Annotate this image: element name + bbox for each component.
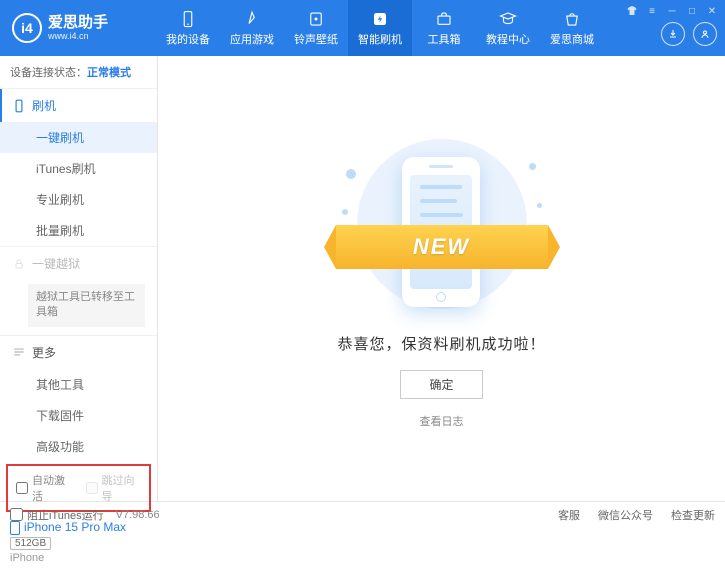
connection-status: 设备连接状态：正常模式 (0, 56, 157, 88)
nav-label: 我的设备 (166, 31, 210, 47)
nav-toolbox[interactable]: 工具箱 (412, 0, 476, 56)
more-icon (12, 345, 26, 359)
tutorial-icon (499, 10, 517, 28)
skin-icon[interactable] (625, 4, 639, 18)
apps-icon (243, 10, 261, 28)
footer-check-update[interactable]: 检查更新 (671, 507, 715, 523)
view-log-link[interactable]: 查看日志 (420, 413, 464, 429)
skip-guide-checkbox[interactable]: 跳过向导 (86, 472, 142, 504)
nav-tutorial[interactable]: 教程中心 (476, 0, 540, 56)
nav-label: 爱思商城 (550, 31, 594, 47)
app-header: i4 爱思助手 www.i4.cn 我的设备 应用游戏 铃声壁纸 智能刷机 工具… (0, 0, 725, 56)
success-message: 恭喜您，保资料刷机成功啦！ (337, 333, 545, 354)
app-name: 爱思助手 (48, 15, 108, 32)
ok-button[interactable]: 确定 (400, 370, 482, 399)
sidebar: 设备连接状态：正常模式 刷机 一键刷机 iTunes刷机 专业刷机 批量刷机 一… (0, 56, 158, 501)
nav-label: 应用游戏 (230, 31, 274, 47)
sidebar-advanced[interactable]: 高级功能 (0, 431, 157, 462)
options-highlight-box: 自动激活 跳过向导 (6, 464, 151, 512)
download-button[interactable] (661, 22, 685, 46)
user-button[interactable] (693, 22, 717, 46)
sidebar-batch-flash[interactable]: 批量刷机 (0, 215, 157, 246)
nav-label: 智能刷机 (358, 31, 402, 47)
sidebar-one-click-flash[interactable]: 一键刷机 (0, 122, 157, 153)
top-nav: 我的设备 应用游戏 铃声壁纸 智能刷机 工具箱 教程中心 爱思商城 (156, 0, 604, 56)
sidebar-itunes-flash[interactable]: iTunes刷机 (0, 153, 157, 184)
device-storage: 512GB (10, 537, 51, 550)
nav-store[interactable]: 爱思商城 (540, 0, 604, 56)
jailbreak-note: 越狱工具已转移至工具箱 (28, 284, 145, 327)
app-url: www.i4.cn (48, 31, 108, 41)
new-ribbon: NEW (336, 225, 548, 269)
nav-my-device[interactable]: 我的设备 (156, 0, 220, 56)
sidebar-other-tools[interactable]: 其他工具 (0, 369, 157, 400)
status-value: 正常模式 (87, 67, 131, 79)
nav-label: 教程中心 (486, 31, 530, 47)
flash-icon (371, 10, 389, 28)
ringtone-icon (307, 10, 325, 28)
auto-activate-checkbox[interactable]: 自动激活 (16, 472, 72, 504)
toolbox-icon (435, 10, 453, 28)
main-panel: NEW 恭喜您，保资料刷机成功啦！ 确定 查看日志 (158, 56, 725, 501)
nav-apps[interactable]: 应用游戏 (220, 0, 284, 56)
menu-icon[interactable]: ≡ (645, 4, 659, 18)
success-illustration: NEW (342, 139, 542, 319)
nav-flash[interactable]: 智能刷机 (348, 0, 412, 56)
logo: i4 爱思助手 www.i4.cn (0, 13, 156, 43)
logo-icon: i4 (12, 13, 42, 43)
footer-wechat[interactable]: 微信公众号 (598, 507, 653, 523)
store-icon (563, 10, 581, 28)
sidebar-download-firmware[interactable]: 下载固件 (0, 400, 157, 431)
sidebar-jailbreak-header: 一键越狱 (0, 247, 157, 280)
sidebar-more-header[interactable]: 更多 (0, 336, 157, 369)
nav-label: 工具箱 (428, 31, 461, 47)
device-type: iPhone (10, 552, 147, 564)
lock-icon (12, 257, 26, 271)
sidebar-pro-flash[interactable]: 专业刷机 (0, 184, 157, 215)
device-icon (179, 10, 197, 28)
phone-icon (12, 99, 26, 113)
sidebar-flash-header[interactable]: 刷机 (0, 89, 157, 122)
footer-support[interactable]: 客服 (558, 507, 580, 523)
block-itunes-checkbox[interactable]: 阻止iTunes运行 (10, 507, 104, 523)
nav-ringtone[interactable]: 铃声壁纸 (284, 0, 348, 56)
version-label: V7.98.66 (116, 509, 160, 521)
nav-label: 铃声壁纸 (294, 31, 338, 47)
device-small-icon (10, 521, 20, 535)
